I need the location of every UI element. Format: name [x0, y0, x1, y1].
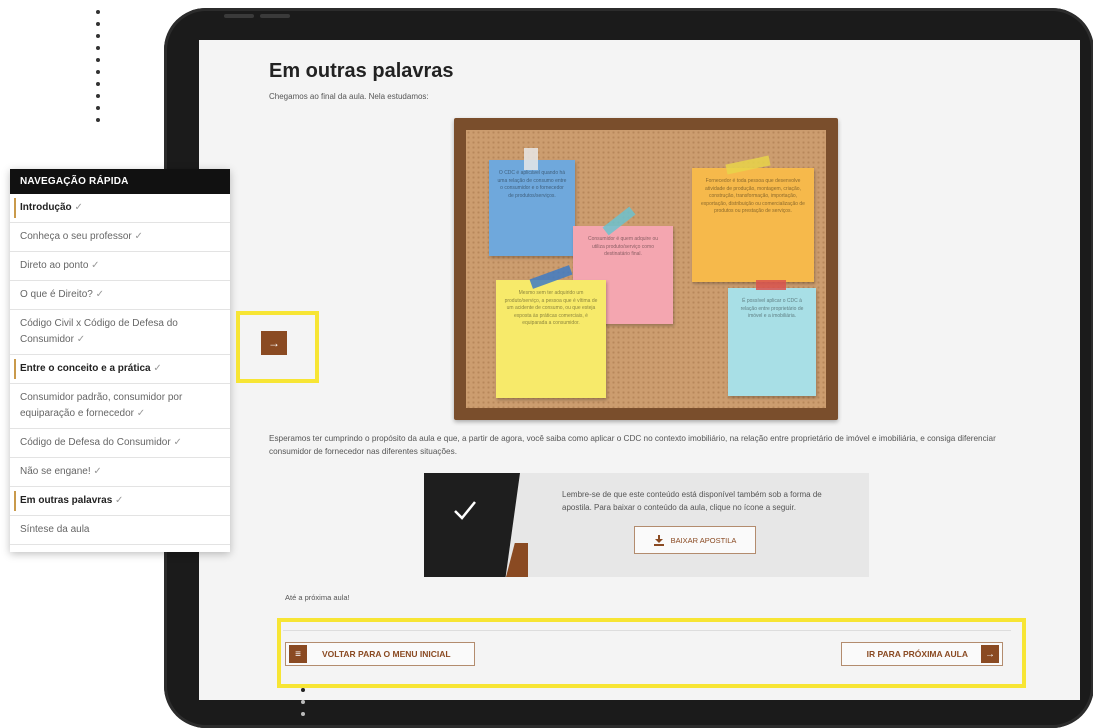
- page-title: Em outras palavras: [269, 60, 454, 82]
- lesson-screen: Em outras palavras Chegamos ao final da …: [199, 40, 1080, 700]
- highlight-arrow-button: [236, 311, 319, 383]
- quick-nav-item-label: Entre o conceito e a prática: [20, 363, 151, 374]
- quick-nav-item[interactable]: Síntese da aula: [10, 516, 230, 545]
- check-icon: ✓: [153, 363, 162, 374]
- quick-nav-item[interactable]: O que é Direito? ✓: [10, 281, 230, 310]
- quick-nav-item[interactable]: Em outras palavras ✓: [10, 487, 230, 516]
- check-icon: ✓: [173, 437, 182, 448]
- cork-board-image: O CDC é aplicável quando há uma relação …: [454, 118, 838, 420]
- download-button[interactable]: BAIXAR APOSTILA: [634, 526, 756, 554]
- quick-nav-item-label: Direto ao ponto: [20, 260, 89, 271]
- download-card: Lembre-se de que este conteúdo está disp…: [424, 473, 869, 577]
- sticky-note-text: Mesmo sem ter adquirido um produto/servi…: [504, 290, 598, 326]
- quick-nav-item-label: Em outras palavras: [20, 495, 113, 506]
- tape-strip: [756, 280, 786, 290]
- highlight-navigation-buttons: [277, 618, 1026, 688]
- check-icon: ✓: [95, 289, 104, 300]
- quick-nav-item[interactable]: Introdução ✓: [10, 194, 230, 223]
- tablet-button: [260, 14, 290, 18]
- tablet-button: [224, 14, 254, 18]
- quick-navigation-list: Introdução ✓ Conheça o seu professor ✓ Dir…: [10, 194, 230, 545]
- quick-nav-item-label: Código Civil x Código de Defesa do Consu…: [20, 318, 178, 345]
- quick-nav-item-label: Consumidor padrão, consumidor por equipa…: [20, 392, 183, 419]
- check-icon: ✓: [91, 260, 100, 271]
- sticky-note-text: O CDC é aplicável quando há uma relação …: [497, 170, 567, 199]
- tape-strip: [524, 148, 538, 170]
- decorative-dotted-line-bottom: [301, 688, 305, 724]
- sticky-note-text: Fornecedor é toda pessoa que desenvolve …: [701, 178, 805, 214]
- quick-nav-item[interactable]: Não se engane! ✓: [10, 458, 230, 487]
- download-hint-text: Lembre-se de que este conteúdo está disp…: [562, 490, 822, 512]
- check-icon: ✓: [115, 495, 124, 506]
- quick-nav-item-label: Introdução: [20, 202, 72, 213]
- sticky-note-text: É possível aplicar o CDC à relação entre…: [740, 298, 804, 319]
- quick-nav-item-label: O que é Direito?: [20, 289, 93, 300]
- quick-nav-item[interactable]: Código Civil x Código de Defesa do Consu…: [10, 310, 230, 355]
- sticky-note: Fornecedor é toda pessoa que desenvolve …: [692, 168, 814, 282]
- closing-paragraph: Esperamos ter cumprindo o propósito da a…: [269, 434, 996, 456]
- quick-nav-item[interactable]: Conheça o seu professor ✓: [10, 223, 230, 252]
- quick-nav-item-label: Código de Defesa do Consumidor: [20, 437, 171, 448]
- quick-navigation-panel: NAVEGAÇÃO RÁPIDA Introdução ✓ Conheça o s…: [10, 169, 230, 552]
- sticky-note: É possível aplicar o CDC à relação entre…: [728, 288, 816, 396]
- quick-nav-item[interactable]: Direto ao ponto ✓: [10, 252, 230, 281]
- quick-navigation-title: NAVEGAÇÃO RÁPIDA: [10, 169, 230, 194]
- intro-text: Chegamos ao final da aula. Nela estudamo…: [269, 92, 429, 101]
- card-dark-panel: [424, 473, 520, 577]
- cork-surface: O CDC é aplicável quando há uma relação …: [466, 130, 826, 408]
- check-icon: ✓: [74, 202, 83, 213]
- check-icon: ✓: [136, 408, 146, 419]
- quick-nav-item-label: Conheça o seu professor: [20, 231, 132, 242]
- sticky-note: O CDC é aplicável quando há uma relação …: [489, 160, 575, 256]
- check-icon: ✓: [134, 231, 143, 242]
- quick-nav-item[interactable]: Entre o conceito e a prática ✓: [10, 355, 230, 384]
- quick-nav-item[interactable]: Código de Defesa do Consumidor ✓: [10, 429, 230, 458]
- sticky-note-text: Consumidor é quem adquire ou utiliza pro…: [587, 236, 659, 257]
- farewell-text: Até a próxima aula!: [285, 593, 350, 602]
- quick-nav-item-label: Síntese da aula: [20, 524, 90, 535]
- quick-nav-item[interactable]: Consumidor padrão, consumidor por equipa…: [10, 384, 230, 429]
- download-icon: [653, 534, 664, 546]
- check-icon: ✓: [93, 466, 102, 477]
- download-button-label: BAIXAR APOSTILA: [670, 535, 737, 545]
- decorative-dotted-line-top: [96, 10, 100, 130]
- check-icon: ✓: [76, 334, 86, 345]
- quick-nav-item-label: Não se engane!: [20, 466, 91, 477]
- check-icon: [454, 501, 476, 520]
- sticky-note: Mesmo sem ter adquirido um produto/servi…: [496, 280, 606, 398]
